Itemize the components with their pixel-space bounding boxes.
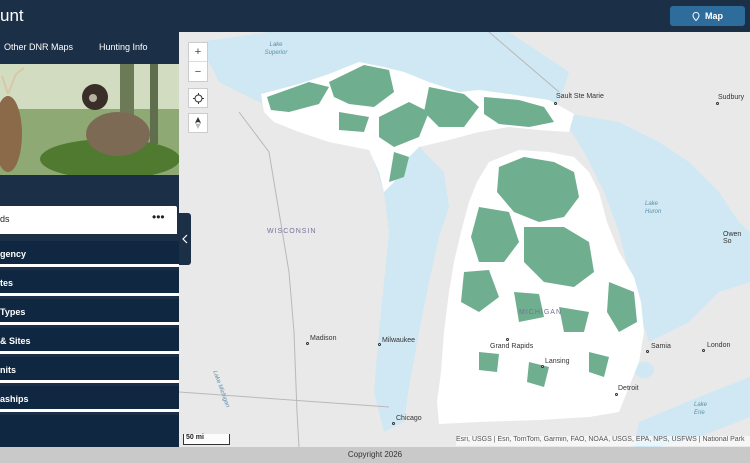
section-label: nits xyxy=(0,365,17,375)
location-pin-icon xyxy=(692,11,700,21)
zoom-out-button[interactable]: − xyxy=(189,62,207,81)
sidebar: Other DNR Maps Hunting Info ds ••• gency… xyxy=(0,32,179,447)
label-lake-erie: Lake Erie xyxy=(694,402,708,416)
label-sarnia: Samia xyxy=(651,343,671,350)
compass-icon xyxy=(195,117,201,129)
city-dot xyxy=(615,393,618,396)
label-wisconsin: WISCONSIN xyxy=(267,228,317,235)
label-lake-huron: Lake Huron xyxy=(645,201,662,215)
label-sault-ste-marie: Sault Ste Marie xyxy=(556,93,604,100)
section-sites[interactable]: tes xyxy=(0,270,179,296)
footer-copyright: Copyright 2026 xyxy=(0,447,750,463)
label-london: London xyxy=(707,342,731,349)
basemap xyxy=(179,32,750,447)
city-dot xyxy=(646,350,649,353)
section-types[interactable]: Types xyxy=(0,299,179,325)
collapse-panel-button[interactable] xyxy=(179,213,191,265)
nav-hunting-info[interactable]: Hunting Info xyxy=(99,42,148,52)
section-areas-sites[interactable]: & Sites xyxy=(0,328,179,354)
section-units[interactable]: nits xyxy=(0,357,179,383)
zoom-in-button[interactable]: + xyxy=(189,43,207,62)
city-dot xyxy=(506,338,509,341)
label-owen-sound: Owen So xyxy=(723,231,742,245)
map-button-label: Map xyxy=(705,11,723,21)
zoom-controls: + − xyxy=(188,42,208,82)
city-dot xyxy=(716,102,719,105)
label-lake-superior: Lake Superior xyxy=(264,42,288,56)
app-header: unt Map xyxy=(0,0,750,32)
label-milwaukee: Milwaukee xyxy=(382,337,416,344)
section-label: aships xyxy=(0,394,29,404)
label-lansing: Lansing xyxy=(545,358,570,365)
app-title: unt xyxy=(0,6,24,25)
more-options-icon[interactable]: ••• xyxy=(152,210,165,224)
section-label: gency xyxy=(0,249,27,259)
hero-photo xyxy=(0,64,179,175)
compass-button[interactable] xyxy=(188,113,208,133)
locate-button[interactable] xyxy=(188,88,208,108)
city-dot xyxy=(554,102,557,105)
city-dot xyxy=(541,365,544,368)
scale-bar: 50 mi xyxy=(183,434,230,445)
map-button[interactable]: Map xyxy=(670,6,745,26)
section-more[interactable] xyxy=(0,415,179,447)
label-sudbury: Sudbury xyxy=(718,94,745,101)
city-dot xyxy=(702,349,705,352)
section-label: Types xyxy=(0,307,26,317)
label-michigan: MICHIGAN xyxy=(519,309,562,316)
crosshair-icon xyxy=(192,92,204,104)
label-grand-rapids: Grand Rapids xyxy=(490,343,534,350)
label-detroit: Detroit xyxy=(618,385,639,392)
label-chicago: Chicago xyxy=(396,415,422,422)
chevron-left-icon xyxy=(182,234,188,244)
map-view[interactable]: Lake Superior Lake Huron Lake Michigan L… xyxy=(179,32,750,447)
section-label: & Sites xyxy=(0,336,31,346)
layer-search-text: ds xyxy=(0,214,10,224)
label-madison: Madison xyxy=(310,335,337,342)
nav-other-dnr-maps[interactable]: Other DNR Maps xyxy=(4,42,73,52)
layer-search-row[interactable]: ds ••• xyxy=(0,206,177,234)
section-agency[interactable]: gency xyxy=(0,241,179,267)
map-attribution: Esri, USGS | Esri, TomTom, Garmin, FAO, … xyxy=(456,436,750,446)
city-dot xyxy=(392,422,395,425)
city-dot xyxy=(378,343,381,346)
nav-bar: Other DNR Maps Hunting Info xyxy=(0,32,179,64)
section-label: tes xyxy=(0,278,14,288)
city-dot xyxy=(306,342,309,345)
section-townships[interactable]: aships xyxy=(0,386,179,412)
